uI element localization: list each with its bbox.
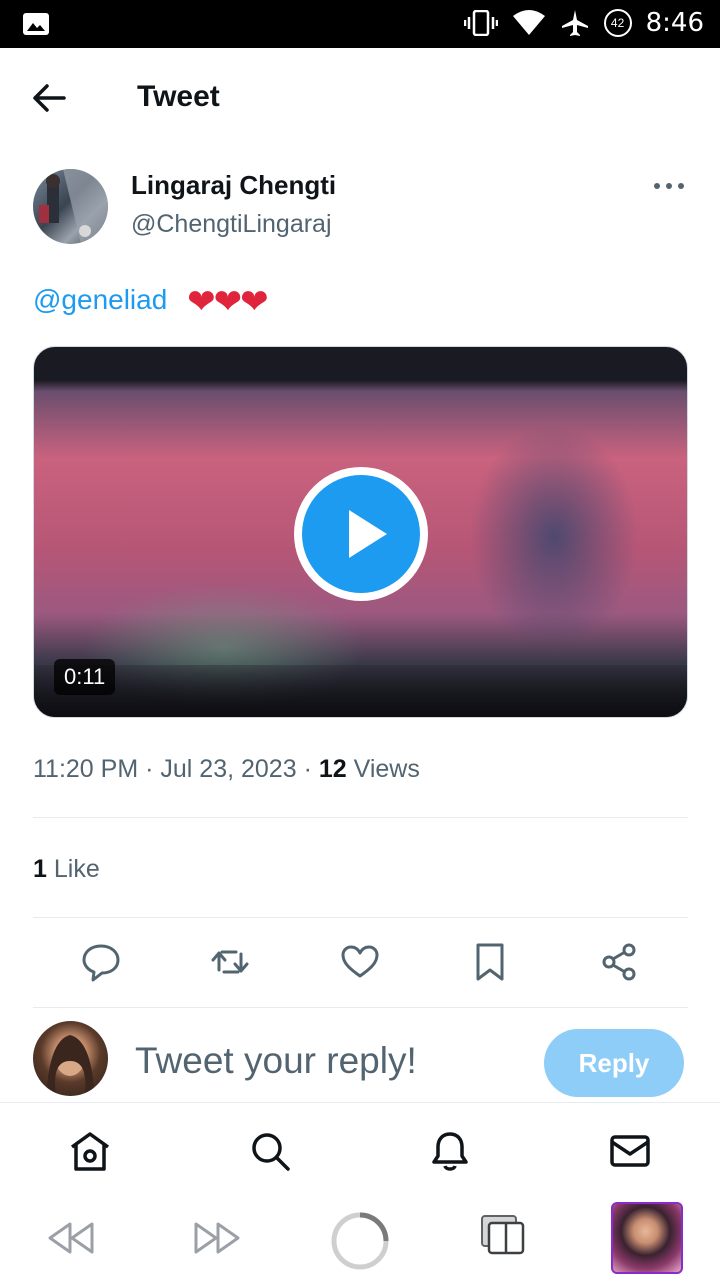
meta-separator: · [145,755,154,783]
divider [33,917,688,918]
notifications-icon[interactable] [428,1129,472,1173]
mention-link[interactable]: @geneliad [33,284,167,315]
likes-count: 1 [33,855,47,883]
likes-label: Like [53,855,100,883]
tabs-icon[interactable] [480,1214,526,1256]
author-name[interactable]: Lingaraj Chengti [131,170,336,201]
rewind-icon[interactable] [46,1220,96,1256]
clock: 8:46 [645,8,704,38]
play-button[interactable] [294,467,428,601]
hearts-emoji: ❤❤❤ [187,283,268,321]
tweet-time: 11:20 PM [33,755,139,783]
video-duration: 0:11 [54,659,116,695]
divider [33,817,688,818]
tweet-meta: 11:20 PM · Jul 23, 2023 · 12 Views [33,755,420,784]
app-header: Tweet [0,48,720,146]
like-icon[interactable] [340,940,380,984]
reply-icon[interactable] [81,940,121,984]
wifi-icon [512,10,545,35]
bookmark-icon[interactable] [470,940,510,984]
views-label: Views [353,755,420,783]
video-frame [34,665,687,717]
retweet-icon[interactable] [210,940,250,984]
reply-button[interactable]: Reply [544,1029,684,1097]
reply-input[interactable]: Tweet your reply! [135,1040,417,1082]
page-title: Tweet [137,80,220,113]
home-icon[interactable] [68,1129,112,1173]
likes-summary[interactable]: 1 Like [33,855,100,884]
bottom-nav [0,1102,720,1195]
video-player[interactable]: 0:11 [33,346,688,718]
gallery-icon [23,13,49,35]
profile-thumbnail[interactable] [611,1202,683,1274]
search-icon[interactable] [248,1129,292,1173]
fast-forward-icon[interactable] [192,1220,242,1256]
divider [33,1007,688,1008]
messages-icon[interactable] [608,1129,652,1173]
tweet-actions [0,940,720,988]
tweet-date: Jul 23, 2023 [160,755,297,783]
meta-separator: · [303,755,312,783]
tweet-text: @geneliad ❤❤❤ [33,282,269,322]
loading-icon[interactable] [329,1210,391,1272]
status-bar: 42 8:46 [0,0,720,48]
user-avatar[interactable] [33,1021,108,1096]
play-icon [349,510,387,558]
author-handle[interactable]: @ChengtiLingaraj [131,210,332,239]
author-avatar[interactable] [33,169,108,244]
back-arrow-icon[interactable] [30,80,70,116]
battery-indicator: 42 [603,9,632,37]
views-count: 12 [318,755,347,783]
airplane-mode-icon [561,10,588,36]
vibrate-icon [463,10,498,36]
share-icon[interactable] [599,940,639,984]
more-options-icon[interactable] [652,176,686,196]
